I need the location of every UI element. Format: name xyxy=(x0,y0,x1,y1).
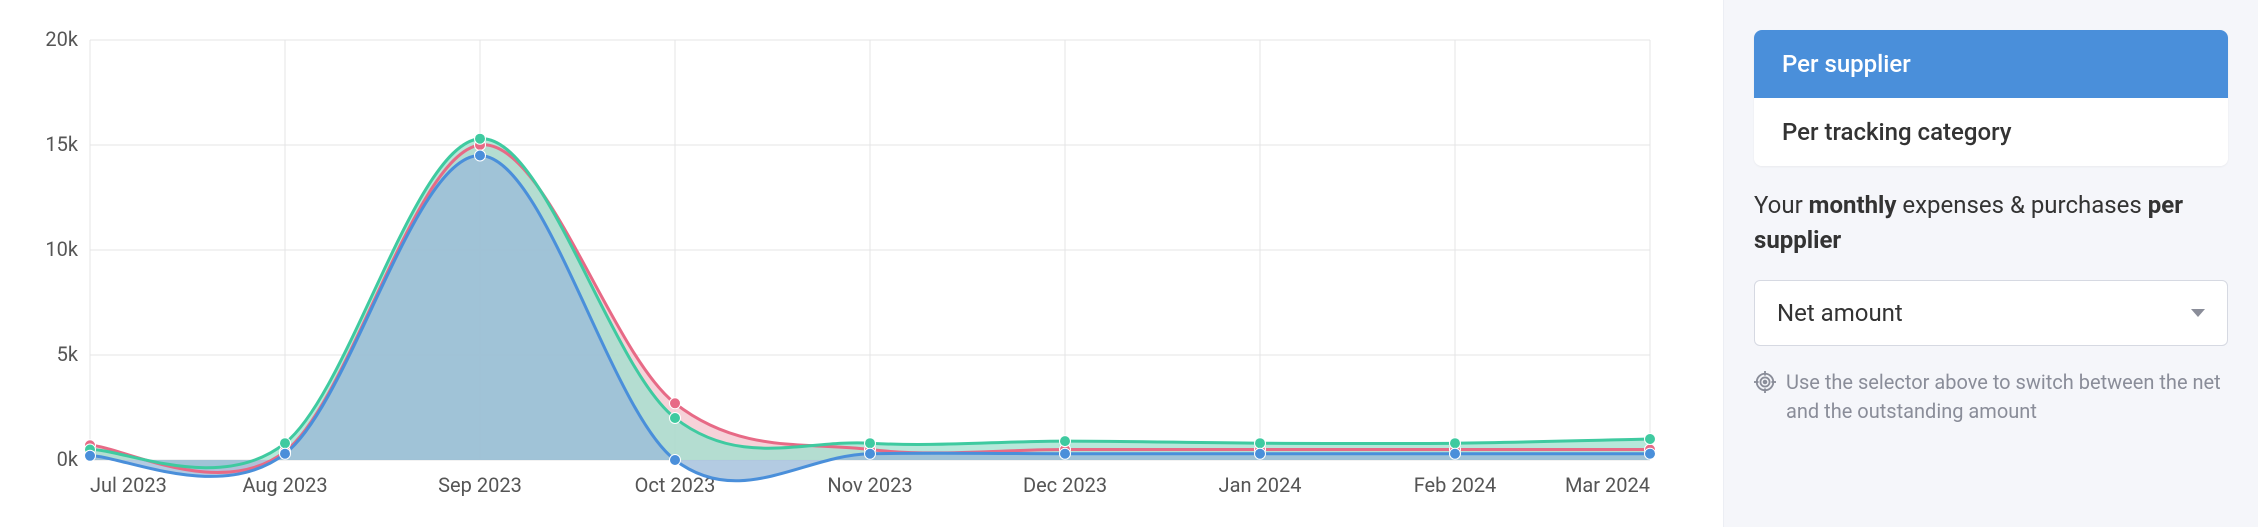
expenses-chart[interactable]: 0k5k10k15k20kJul 2023Aug 2023Sep 2023Oct… xyxy=(20,20,1670,520)
svg-text:Feb 2024: Feb 2024 xyxy=(1414,473,1497,497)
chart-area: 0k5k10k15k20kJul 2023Aug 2023Sep 2023Oct… xyxy=(0,0,1723,527)
select-value: Net amount xyxy=(1777,299,1903,327)
sidebar-description: Your monthly expenses & purchases per su… xyxy=(1754,188,2228,258)
svg-text:Mar 2024: Mar 2024 xyxy=(1565,473,1650,497)
svg-text:Sep 2023: Sep 2023 xyxy=(438,473,522,497)
view-tabs: Per supplier Per tracking category xyxy=(1754,30,2228,166)
svg-text:Jul 2023: Jul 2023 xyxy=(90,473,167,497)
svg-text:10k: 10k xyxy=(45,237,78,261)
svg-text:Aug 2023: Aug 2023 xyxy=(242,473,327,497)
amount-type-select[interactable]: Net amount xyxy=(1754,280,2228,346)
svg-text:Nov 2023: Nov 2023 xyxy=(827,473,912,497)
desc-bold1: monthly xyxy=(1809,191,1897,219)
tab-per-tracking-category[interactable]: Per tracking category xyxy=(1754,98,2228,166)
chevron-down-icon xyxy=(2191,309,2205,317)
target-icon xyxy=(1754,371,1776,426)
hint-label: Use the selector above to switch between… xyxy=(1786,368,2228,426)
sidebar: Per supplier Per tracking category Your … xyxy=(1723,0,2258,527)
svg-text:15k: 15k xyxy=(45,132,78,156)
svg-text:20k: 20k xyxy=(45,27,78,51)
desc-pre: Your xyxy=(1754,191,1809,219)
tab-per-supplier[interactable]: Per supplier xyxy=(1754,30,2228,98)
svg-text:Dec 2023: Dec 2023 xyxy=(1023,473,1107,497)
hint-text: Use the selector above to switch between… xyxy=(1754,368,2228,426)
svg-text:Jan 2024: Jan 2024 xyxy=(1219,473,1302,497)
svg-text:5k: 5k xyxy=(57,342,79,366)
desc-mid: expenses & purchases xyxy=(1896,191,2147,219)
svg-text:0k: 0k xyxy=(57,447,79,471)
